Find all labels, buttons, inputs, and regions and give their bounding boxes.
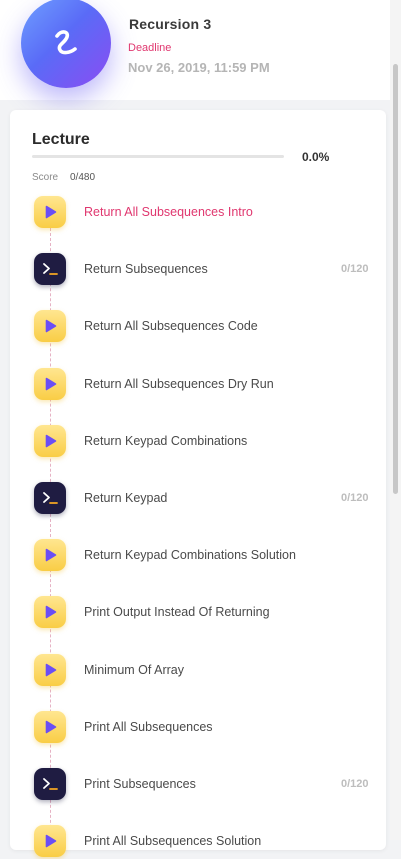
play-icon — [45, 320, 57, 333]
lecture-item-score: 0/120 — [341, 492, 369, 504]
lecture-item-label[interactable]: Print All Subsequences — [84, 720, 213, 734]
lecture-item-label[interactable]: Print Output Instead Of Returning — [84, 605, 270, 619]
video-badge — [34, 310, 66, 343]
lecture-item[interactable]: Print All Subsequences Solution — [32, 825, 382, 859]
lecture-item[interactable]: Return All Subsequences Intro — [32, 196, 382, 230]
lecture-item-label[interactable]: Return Keypad Combinations — [84, 434, 247, 448]
video-badge — [34, 710, 66, 743]
lecture-item[interactable]: Return Keypad Combinations — [32, 424, 382, 459]
lecture-item[interactable]: Return All Subsequences Code — [32, 310, 382, 344]
lecture-item[interactable]: Print All Subsequences — [32, 710, 382, 745]
score-value: 0/480 — [70, 172, 96, 183]
play-icon — [45, 548, 57, 562]
lecture-item-label[interactable]: Print Subsequences — [84, 777, 196, 791]
video-badge — [34, 196, 66, 228]
course-logo — [21, 0, 111, 88]
lecture-item-label[interactable]: Return Subsequences — [84, 262, 208, 276]
lecture-item-label[interactable]: Return All Subsequences Dry Run — [84, 377, 274, 391]
course-header: Recursion 3 Deadline Nov 26, 2019, 11:59… — [0, 0, 401, 100]
lecture-item[interactable]: Return All Subsequences Dry Run — [32, 367, 382, 402]
deadline-label: Deadline — [128, 42, 172, 54]
lecture-item-label[interactable]: Print All Subsequences Solution — [84, 834, 261, 848]
lecture-item[interactable]: Minimum Of Array — [32, 653, 382, 688]
lecture-item-label[interactable]: Minimum Of Array — [84, 663, 184, 677]
video-badge — [34, 825, 66, 858]
scrollbar-thumb[interactable] — [393, 64, 398, 494]
lecture-card: Lecture 0.0% Score 0/480 Return All Subs… — [10, 110, 386, 858]
lecture-item[interactable]: Print Subsequences 0/120 — [32, 768, 382, 802]
lecture-item[interactable]: Print Output Instead Of Returning — [32, 596, 382, 630]
video-badge — [34, 653, 66, 686]
lecture-item-label[interactable]: Return Keypad Combinations Solution — [84, 548, 296, 562]
play-icon — [45, 834, 57, 848]
lecture-item-label[interactable]: Return All Subsequences Code — [84, 319, 258, 333]
video-badge — [34, 596, 66, 629]
play-icon — [45, 377, 57, 390]
lecture-item[interactable]: Return Keypad Combinations Solution — [32, 539, 382, 573]
squiggle-logo-icon — [55, 30, 77, 55]
deadline-value: Nov 26, 2019, 11:59 PM — [128, 60, 270, 75]
code-badge — [34, 482, 66, 514]
lecture-item-score: 0/120 — [341, 778, 369, 790]
lecture-item[interactable]: Return Keypad 0/120 — [32, 482, 382, 516]
play-icon — [45, 205, 57, 219]
terminal-icon — [43, 778, 58, 790]
lecture-progress-bar — [32, 155, 284, 158]
lecture-title: Lecture — [32, 131, 90, 148]
course-title: Recursion 3 — [129, 16, 212, 32]
lecture-item-label[interactable]: Return All Subsequences Intro — [84, 205, 253, 219]
play-icon — [45, 434, 57, 448]
code-badge — [34, 253, 66, 286]
lecture-progress-text: 0.0% — [302, 150, 330, 164]
lecture-item-score: 0/120 — [341, 263, 369, 276]
play-icon — [45, 606, 57, 619]
code-badge — [34, 768, 66, 800]
play-icon — [45, 663, 57, 676]
lecture-item-label[interactable]: Return Keypad — [84, 491, 167, 505]
terminal-icon — [43, 492, 58, 504]
video-badge — [34, 367, 66, 400]
lecture-item[interactable]: Return Subsequences 0/120 — [32, 253, 382, 287]
play-icon — [45, 720, 57, 734]
video-badge — [34, 539, 66, 572]
video-badge — [34, 424, 66, 457]
terminal-icon — [43, 263, 58, 276]
score-label: Score — [32, 172, 59, 183]
